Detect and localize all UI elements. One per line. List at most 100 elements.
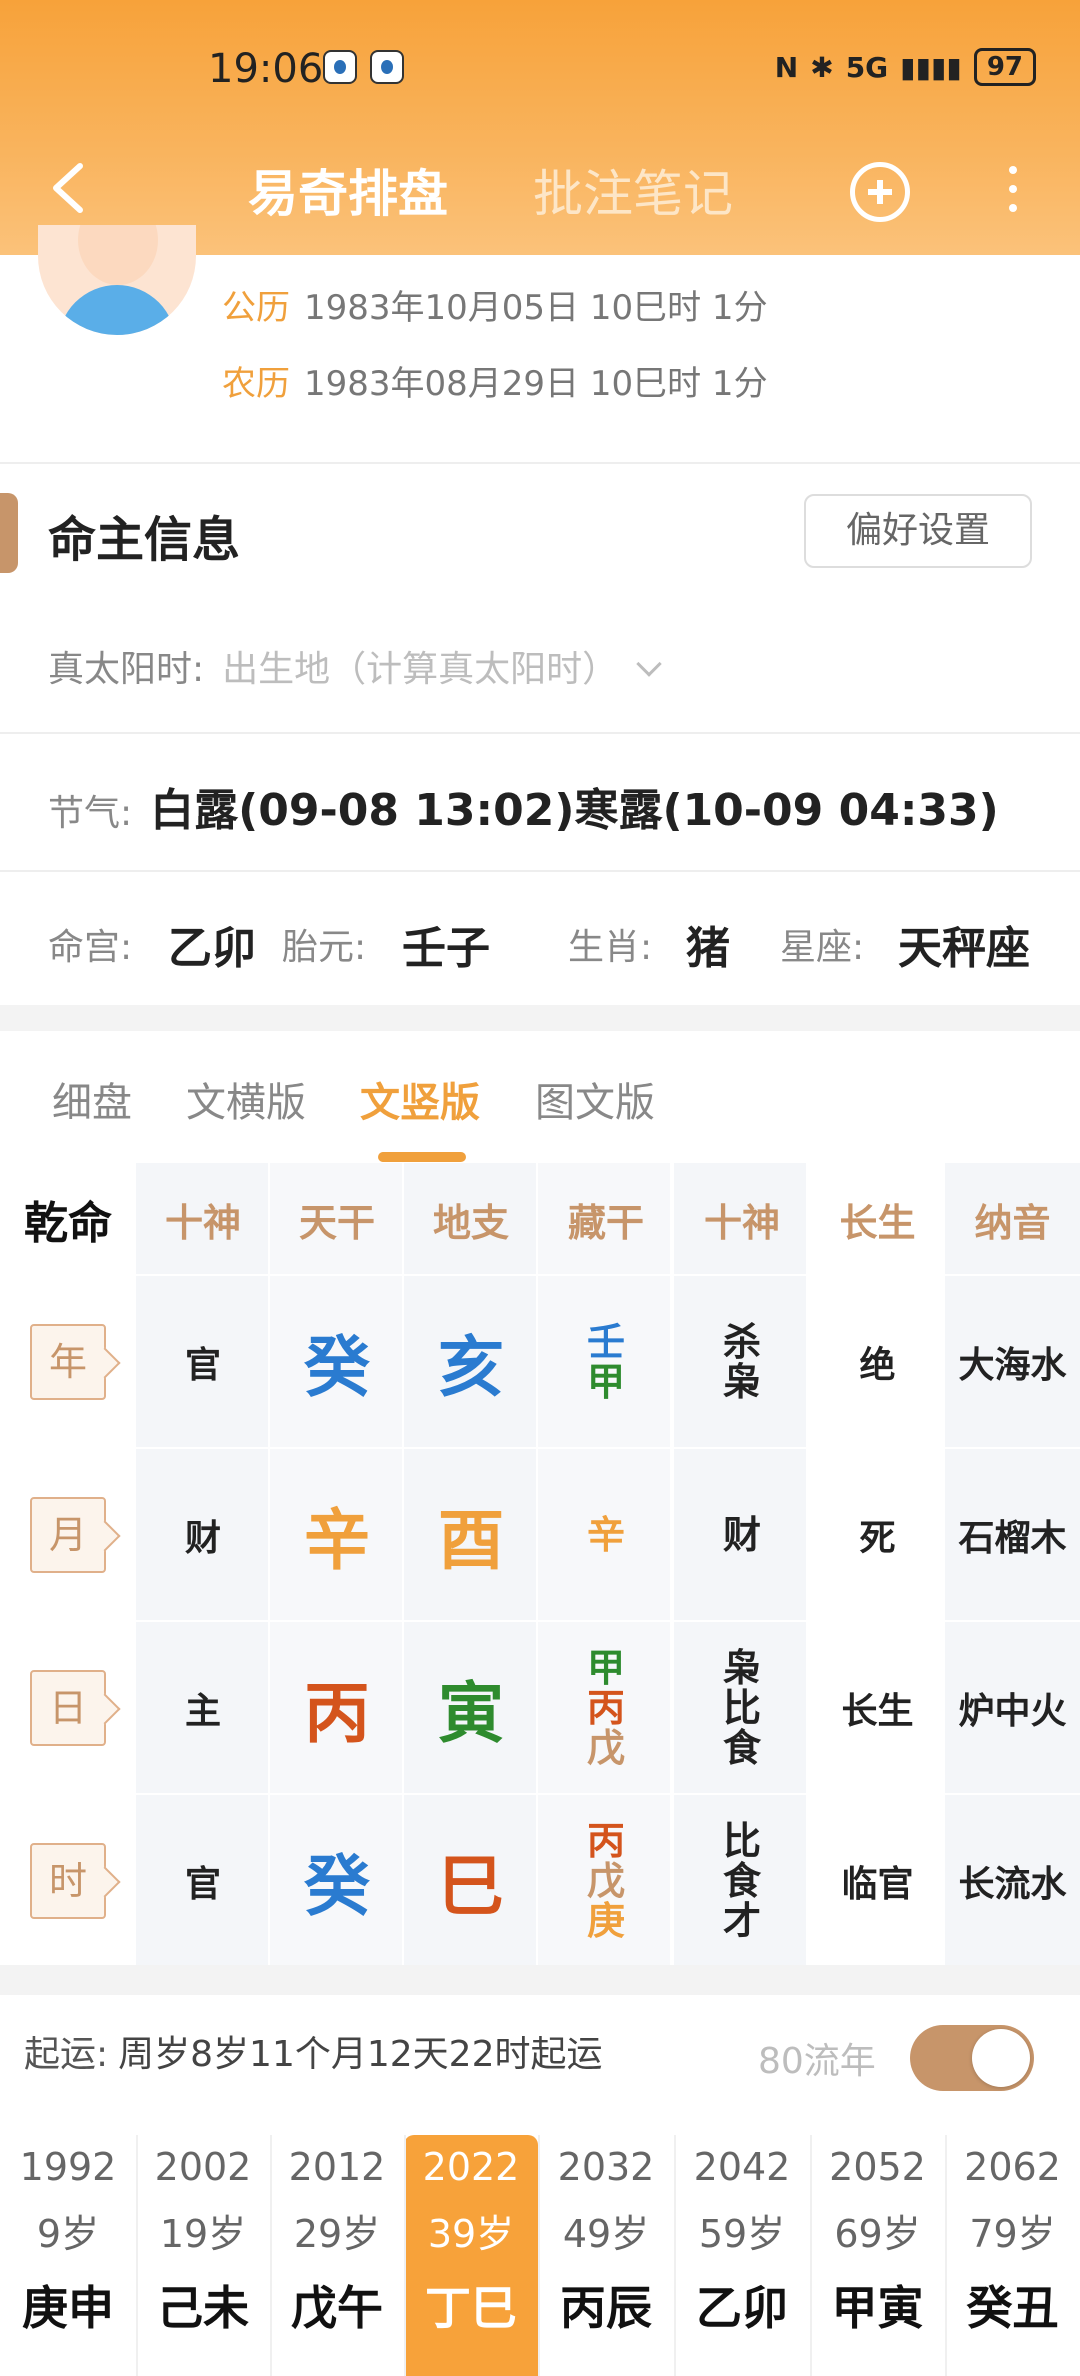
more-icon[interactable] bbox=[1006, 166, 1020, 218]
xingzuo-value: 天秤座 bbox=[898, 923, 1030, 974]
canggan-char: 丙 bbox=[586, 1818, 625, 1863]
dayun-item[interactable]: 2032 49岁 丙辰 bbox=[538, 2135, 674, 2376]
pillar-label[interactable]: 时 bbox=[0, 1794, 136, 1967]
shishen-cell: 主 bbox=[184, 1690, 221, 1732]
notification-icon bbox=[370, 50, 404, 84]
xingzuo-label: 星座: bbox=[780, 927, 865, 968]
chevron-down-icon[interactable] bbox=[636, 651, 662, 677]
changsheng-cell: 死 bbox=[859, 1517, 896, 1559]
lunar-label: 农历 bbox=[222, 364, 290, 404]
pillar-tag[interactable]: 日 bbox=[30, 1669, 106, 1746]
shishen-cell: 官 bbox=[184, 1344, 221, 1386]
dayun-ganzhi: 癸丑 bbox=[966, 2281, 1059, 2335]
tab-notes[interactable]: 批注笔记 bbox=[533, 154, 733, 226]
canggan-char: 辛 bbox=[586, 1512, 625, 1557]
dayun-ganzhi: 己未 bbox=[157, 2281, 249, 2335]
minggong-label: 命宫: bbox=[48, 927, 133, 968]
dizhi-cell: 寅 bbox=[438, 1674, 504, 1752]
pillar-tag[interactable]: 年 bbox=[30, 1323, 106, 1400]
jieqi-row: 节气: 白露(09-08 13:02)寒露(10-09 04:33) bbox=[48, 774, 999, 838]
solar-time-row[interactable]: 真太阳时: 出生地（计算真太阳时） bbox=[48, 640, 662, 692]
shishen2-char: 枭 bbox=[722, 1359, 761, 1404]
tab-paipan[interactable]: 易奇排盘 bbox=[248, 154, 448, 226]
dayun-item[interactable]: 2052 69岁 甲寅 bbox=[810, 2135, 945, 2376]
qiyun-value: 周岁8岁11个月12天22时起运 bbox=[118, 2034, 603, 2075]
tiangan-cell: 丙 bbox=[304, 1674, 370, 1752]
dizhi-cell: 巳 bbox=[438, 1847, 504, 1925]
tab-tuwen[interactable]: 图文版 bbox=[535, 1070, 655, 1128]
shishen2-char: 比 bbox=[722, 1818, 761, 1863]
solar-label: 公历 bbox=[222, 288, 290, 328]
solar-value: 1983年10月05日 10巳时 1分 bbox=[304, 288, 768, 328]
dayun-item[interactable]: 2012 29岁 戊午 bbox=[270, 2135, 404, 2376]
dayun-strip: 1992 9岁 庚申 2002 19岁 己未 2012 29岁 戊午 2022 39岁 丁巳 2032 4… bbox=[0, 2135, 1080, 2376]
notification-icon bbox=[323, 50, 357, 84]
status-right: N ✱ 5G ▮▮▮▮ 97 bbox=[775, 48, 1036, 86]
taiyuan-value: 壬子 bbox=[402, 923, 490, 974]
birthplace-placeholder[interactable]: 出生地（计算真太阳时） bbox=[222, 649, 618, 690]
dayun-ganzhi: 戊午 bbox=[291, 2281, 383, 2335]
section-accent bbox=[0, 493, 18, 573]
preference-button[interactable]: 偏好设置 bbox=[804, 494, 1032, 568]
changsheng-cell: 长生 bbox=[841, 1690, 914, 1732]
battery-icon: 97 bbox=[973, 48, 1036, 86]
dayun-age: 59岁 bbox=[698, 2212, 786, 2256]
canggan-char: 戊 bbox=[586, 1725, 625, 1770]
grid-corner-label: 乾命 bbox=[24, 1198, 112, 1249]
dayun-ganzhi: 甲寅 bbox=[831, 2281, 924, 2335]
dayun-item[interactable]: 2042 59岁乙卯 bbox=[674, 2135, 810, 2376]
canggan-char: 甲 bbox=[586, 1359, 625, 1404]
dayun-age: 69岁 bbox=[834, 2212, 921, 2256]
dayun-item[interactable]: 1992 9岁 庚申 bbox=[0, 2135, 136, 2376]
canggan-cell: 辛 bbox=[538, 1448, 674, 1621]
dayun-item[interactable]: 2022 39岁 丁巳 bbox=[404, 2135, 538, 2376]
shishen2-char: 食 bbox=[722, 1725, 761, 1770]
back-arrow-icon[interactable] bbox=[42, 158, 102, 218]
dayun-item[interactable]: 2002 19岁 己未 bbox=[136, 2135, 270, 2376]
pillar-tag[interactable]: 时 bbox=[30, 1842, 106, 1919]
tiangan-cell: 辛 bbox=[304, 1501, 370, 1579]
liunian-label: 80流年 bbox=[758, 2041, 876, 2082]
dayun-year: 2032 bbox=[557, 2145, 655, 2189]
nayin-cell: 长流水 bbox=[958, 1863, 1067, 1905]
dayun-age: 79岁 bbox=[969, 2212, 1056, 2256]
shengxiao-value: 猪 bbox=[686, 923, 730, 974]
dayun-ganzhi: 丙辰 bbox=[560, 2281, 652, 2335]
lunar-date-row: 农历 1983年08月29日 10巳时 1分 bbox=[222, 346, 768, 422]
pillar-label[interactable]: 年 bbox=[0, 1275, 136, 1448]
dayun-year: 2042 bbox=[693, 2145, 791, 2189]
pillar-tag[interactable]: 月 bbox=[30, 1496, 106, 1573]
liunian-toggle[interactable] bbox=[910, 2025, 1034, 2091]
tab-wenheng[interactable]: 文横版 bbox=[186, 1070, 306, 1128]
add-icon[interactable] bbox=[850, 162, 910, 222]
dayun-ganzhi: 庚申 bbox=[22, 2281, 114, 2335]
tab-wenshu[interactable]: 文竖版 bbox=[360, 1070, 480, 1128]
status-time: 19:06 bbox=[208, 46, 324, 92]
minggong-value: 乙卯 bbox=[168, 923, 256, 974]
pillar-label[interactable]: 月 bbox=[0, 1448, 136, 1621]
jieqi-value: 白露(09-08 13:02)寒露(10-09 04:33) bbox=[150, 785, 999, 836]
grid-header: 地支 bbox=[432, 1200, 509, 1245]
shishen2-char: 才 bbox=[722, 1898, 761, 1943]
pillar-label[interactable]: 日 bbox=[0, 1621, 136, 1794]
canggan-cell: 甲丙戊 bbox=[538, 1621, 674, 1794]
taiyuan-label: 胎元: bbox=[282, 927, 367, 968]
canggan-cell: 壬甲 bbox=[538, 1275, 674, 1448]
dayun-age: 29岁 bbox=[293, 2212, 381, 2256]
shishen2-cell: 枭比食 bbox=[674, 1621, 810, 1794]
shengxiao-label: 生肖: bbox=[568, 927, 653, 968]
changsheng-cell: 绝 bbox=[859, 1344, 896, 1386]
nayin-cell: 石榴木 bbox=[958, 1517, 1067, 1559]
dayun-item[interactable]: 2062 79岁 癸丑 bbox=[945, 2135, 1080, 2376]
dayun-year: 2022 bbox=[422, 2145, 520, 2189]
tiangan-cell: 癸 bbox=[304, 1847, 370, 1925]
dayun-ganzhi: 乙卯 bbox=[696, 2281, 788, 2335]
qiyun-row: 起运: 周岁8岁11个月12天22时起运 bbox=[24, 2025, 602, 2077]
jieqi-label: 节气: bbox=[48, 793, 133, 834]
dayun-age: 39岁 bbox=[427, 2212, 515, 2256]
shishen2-char: 比 bbox=[722, 1685, 761, 1730]
nayin-cell: 炉中火 bbox=[958, 1690, 1067, 1732]
dizhi-cell: 酉 bbox=[438, 1501, 504, 1579]
grid-header: 纳音 bbox=[974, 1200, 1051, 1245]
tab-xipan[interactable]: 细盘 bbox=[52, 1070, 132, 1128]
